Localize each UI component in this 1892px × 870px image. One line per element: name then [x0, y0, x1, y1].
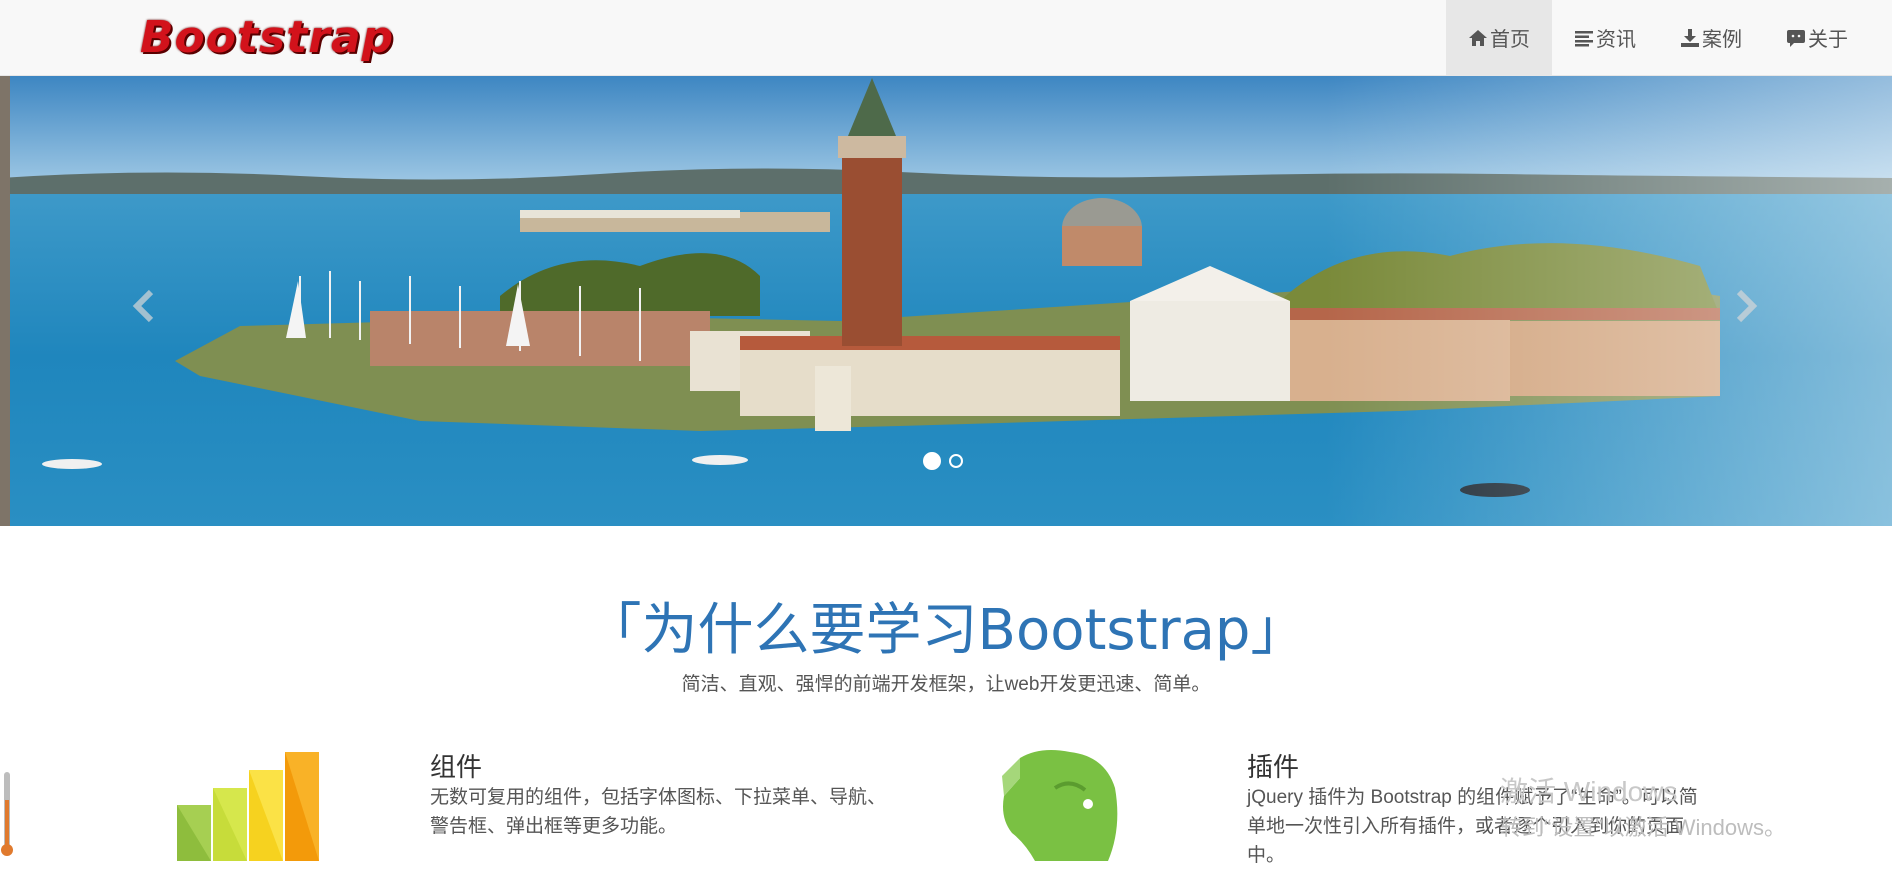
nav-item-label: 案例 — [1702, 29, 1742, 51]
thermometer-icon — [1, 772, 13, 856]
feature-title-components: 组件 — [430, 752, 483, 782]
feature-desc-line: 无数可复用的组件，包括字体图标、下拉菜单、导航、 — [430, 787, 887, 808]
nav-item-label: 首页 — [1490, 29, 1530, 51]
windows-activation-watermark: 激活 Windows — [1500, 776, 1678, 807]
carousel-next-button[interactable] — [1725, 286, 1765, 326]
nav-item-news[interactable]: 资讯 — [1552, 0, 1658, 75]
feature-desc-line: 警告框、弹出框等更多功能。 — [430, 816, 678, 837]
section-subtitle: 简洁、直观、强悍的前端开发框架，让web开发更迅速、简单。 — [681, 674, 1211, 695]
carousel-indicator-1[interactable] — [923, 452, 941, 470]
bar-chart-icon — [177, 752, 319, 861]
nav-item-about[interactable]: 关于 — [1764, 0, 1870, 75]
carousel-prev-button[interactable] — [125, 286, 165, 326]
feature-title-plugins: 插件 — [1247, 752, 1300, 782]
nav-item-cases[interactable]: 案例 — [1658, 0, 1764, 75]
home-icon — [1469, 29, 1487, 46]
nav-item-label: 资讯 — [1596, 29, 1636, 51]
brand-logo[interactable]: Bootstrap — [140, 16, 394, 60]
list-icon — [1575, 30, 1593, 46]
image-carousel[interactable] — [0, 76, 1892, 526]
navbar: Bootstrap 首页 资讯 案例 关于 — [0, 0, 1892, 76]
nav-menu: 首页 资讯 案例 关于 — [1446, 0, 1870, 75]
windows-activation-hint: 转到“设置”以激活 Windows。 — [1500, 815, 1787, 840]
section-title: 「为什么要学习Bootstrap」 — [585, 598, 1307, 663]
nav-item-home[interactable]: 首页 — [1446, 0, 1552, 75]
carousel-indicator-2[interactable] — [949, 454, 963, 468]
chat-icon — [1787, 29, 1805, 47]
chevron-right-icon — [1736, 289, 1758, 323]
feature-desc-line: 中。 — [1247, 845, 1286, 866]
chevron-left-icon — [132, 289, 154, 323]
evernote-elephant-icon — [1002, 750, 1118, 861]
carousel-indicators — [923, 452, 963, 470]
feature-desc-components: 无数可复用的组件，包括字体图标、下拉菜单、导航、 警告框、弹出框等更多功能。 — [430, 783, 886, 841]
nav-item-label: 关于 — [1808, 29, 1848, 51]
download-icon — [1681, 28, 1699, 47]
